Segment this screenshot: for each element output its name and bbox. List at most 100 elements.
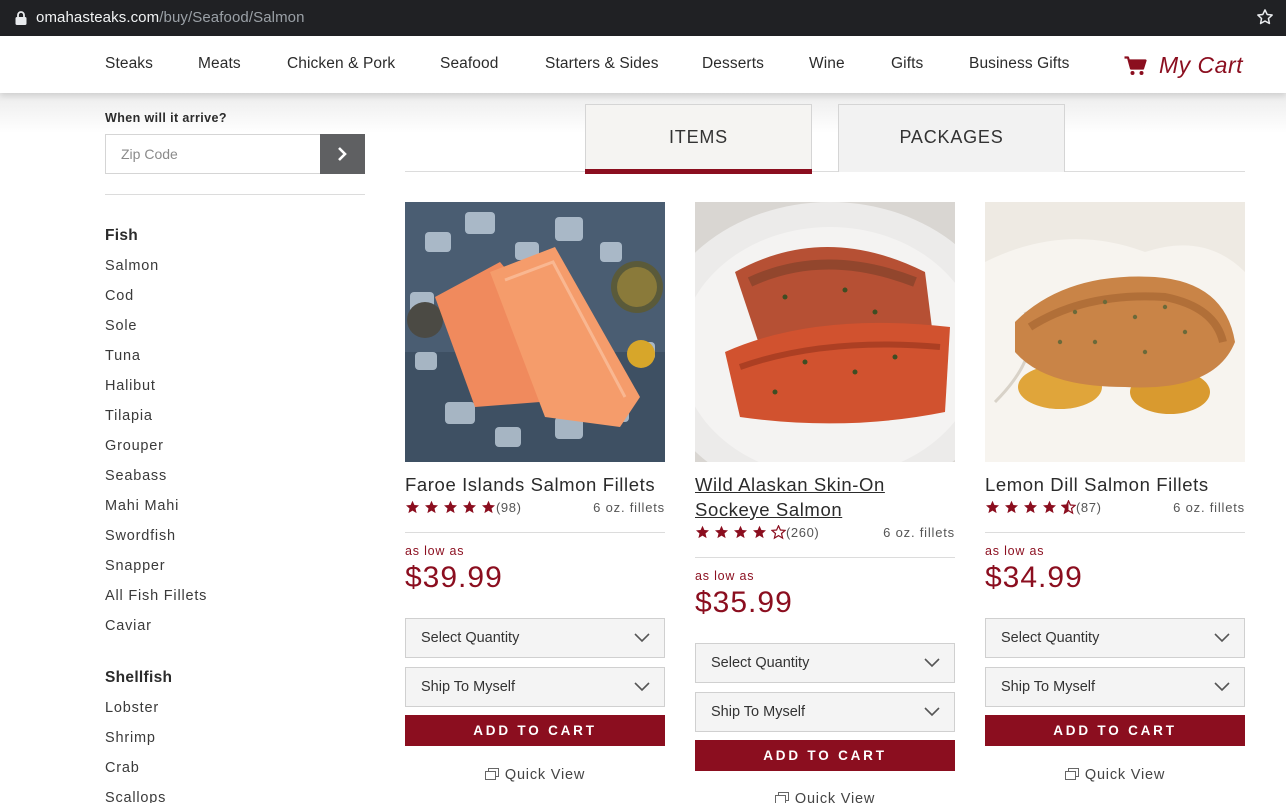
- bookmark-star-icon[interactable]: [1256, 8, 1274, 26]
- nav-item-chicken-pork[interactable]: Chicken & Pork: [287, 55, 395, 73]
- sidebar-item-swordfish[interactable]: Swordfish: [105, 528, 176, 544]
- salmon-fillets-on-ice-image: [405, 202, 665, 462]
- sidebar-item-salmon[interactable]: Salmon: [105, 258, 159, 274]
- quantity-select[interactable]: Select Quantity: [695, 643, 955, 683]
- product-price: $35.99: [695, 586, 793, 619]
- rating-stars: [985, 500, 1080, 515]
- star-full-icon: [444, 500, 457, 514]
- sockeye-salmon-plate-image: [695, 202, 955, 462]
- star-full-icon: [734, 525, 747, 539]
- product-meta: (87) 6 oz. fillets: [985, 500, 1245, 520]
- shellfish-heading: Shellfish: [105, 669, 173, 686]
- sidebar-item-caviar[interactable]: Caviar: [105, 618, 152, 634]
- nav-item-wine[interactable]: Wine: [809, 55, 845, 73]
- ship-to-select-label: Ship To Myself: [421, 679, 516, 695]
- product-name[interactable]: Lemon Dill Salmon Fillets: [985, 472, 1255, 497]
- chevron-down-icon: [924, 658, 940, 668]
- product-name[interactable]: Faroe Islands Salmon Fillets: [405, 472, 675, 497]
- product-name[interactable]: Wild Alaskan Skin-On Sockeye Salmon: [695, 472, 965, 522]
- tab-packages[interactable]: PACKAGES: [838, 104, 1065, 172]
- sidebar-item-mahi-mahi[interactable]: Mahi Mahi: [105, 498, 179, 514]
- add-to-cart-button[interactable]: ADD TO CART: [695, 740, 955, 771]
- quick-view-label: Quick View: [504, 767, 586, 783]
- star-full-icon: [696, 525, 709, 539]
- sidebar-item-grouper[interactable]: Grouper: [105, 438, 164, 454]
- sidebar-item-seabass[interactable]: Seabass: [105, 468, 167, 484]
- quick-view-link[interactable]: Quick View: [695, 791, 955, 803]
- quick-view-link[interactable]: Quick View: [405, 767, 665, 783]
- as-low-as-label: as low as: [695, 569, 755, 583]
- sidebar-item-scallops[interactable]: Scallops: [105, 790, 166, 803]
- url-text[interactable]: omahasteaks.com/buy/Seafood/Salmon: [36, 9, 305, 26]
- product-image[interactable]: [985, 202, 1245, 462]
- as-low-as-label: as low as: [985, 544, 1045, 558]
- url-path: /buy/Seafood/Salmon: [159, 9, 305, 26]
- portion-size: 6 oz. fillets: [1173, 500, 1245, 515]
- ship-to-select[interactable]: Ship To Myself: [985, 667, 1245, 707]
- tab-items[interactable]: ITEMS: [585, 104, 812, 174]
- chevron-down-icon: [1214, 633, 1230, 643]
- sidebar-item-shrimp[interactable]: Shrimp: [105, 730, 156, 746]
- cart-icon: [1124, 55, 1147, 75]
- quantity-select[interactable]: Select Quantity: [405, 618, 665, 658]
- product-image[interactable]: [695, 202, 955, 462]
- sidebar-item-snapper[interactable]: Snapper: [105, 558, 165, 574]
- card-divider: [405, 532, 665, 533]
- chevron-down-icon: [1214, 682, 1230, 692]
- quantity-select-label: Select Quantity: [421, 630, 520, 646]
- nav-item-business-gifts[interactable]: Business Gifts: [969, 55, 1069, 73]
- ship-to-select[interactable]: Ship To Myself: [405, 667, 665, 707]
- star-full-icon: [715, 525, 728, 539]
- my-cart-link[interactable]: My Cart: [1124, 52, 1243, 79]
- star-full-icon: [1005, 500, 1018, 514]
- sidebar-item-tilapia[interactable]: Tilapia: [105, 408, 153, 424]
- product-meta: (98) 6 oz. fillets: [405, 500, 665, 520]
- arrival-label: When will it arrive?: [105, 111, 227, 125]
- lemon-dill-salmon-image: [985, 202, 1245, 462]
- add-to-cart-button[interactable]: ADD TO CART: [405, 715, 665, 746]
- quantity-select[interactable]: Select Quantity: [985, 618, 1245, 658]
- sidebar-item-sole[interactable]: Sole: [105, 318, 137, 334]
- star-full-icon: [463, 500, 476, 514]
- sidebar-item-crab[interactable]: Crab: [105, 760, 140, 776]
- product-meta: (260) 6 oz. fillets: [695, 525, 955, 545]
- add-to-cart-button[interactable]: ADD TO CART: [985, 715, 1245, 746]
- fish-heading: Fish: [105, 227, 139, 244]
- sidebar-divider: [105, 194, 365, 195]
- sidebar-item-lobster[interactable]: Lobster: [105, 700, 159, 716]
- quick-view-link[interactable]: Quick View: [985, 767, 1245, 783]
- star-empty-icon: [771, 525, 786, 540]
- nav-item-starters-sides[interactable]: Starters & Sides: [545, 55, 659, 73]
- sidebar-item-all-fish-fillets[interactable]: All Fish Fillets: [105, 588, 207, 604]
- sidebar-item-tuna[interactable]: Tuna: [105, 348, 141, 364]
- zip-code-input[interactable]: [105, 134, 320, 174]
- nav-item-seafood[interactable]: Seafood: [440, 55, 498, 73]
- lock-icon: [15, 11, 27, 25]
- ship-to-select[interactable]: Ship To Myself: [695, 692, 955, 732]
- quick-view-label: Quick View: [1084, 767, 1166, 783]
- product-image[interactable]: [405, 202, 665, 462]
- card-divider: [985, 532, 1245, 533]
- nav-item-meats[interactable]: Meats: [198, 55, 241, 73]
- nav-item-gifts[interactable]: Gifts: [891, 55, 923, 73]
- sidebar-item-cod[interactable]: Cod: [105, 288, 134, 304]
- review-count[interactable]: (98): [496, 500, 522, 515]
- nav-item-steaks[interactable]: Steaks: [105, 55, 153, 73]
- zip-submit-button[interactable]: [320, 134, 365, 174]
- review-count[interactable]: (260): [786, 525, 819, 540]
- browser-url-bar[interactable]: omahasteaks.com/buy/Seafood/Salmon: [0, 0, 1286, 36]
- sidebar-item-halibut[interactable]: Halibut: [105, 378, 156, 394]
- star-full-icon: [425, 500, 438, 514]
- chevron-down-icon: [634, 633, 650, 643]
- card-divider: [695, 557, 955, 558]
- nav-item-desserts[interactable]: Desserts: [702, 55, 764, 73]
- quick-view-icon: [774, 792, 789, 803]
- star-full-icon: [1043, 500, 1056, 514]
- rating-stars: [695, 525, 790, 540]
- as-low-as-label: as low as: [405, 544, 465, 558]
- product-price: $34.99: [985, 561, 1083, 594]
- tab-divider: [405, 171, 1245, 172]
- review-count[interactable]: (87): [1076, 500, 1102, 515]
- url-host: omahasteaks.com: [36, 9, 160, 26]
- star-full-icon: [406, 500, 419, 514]
